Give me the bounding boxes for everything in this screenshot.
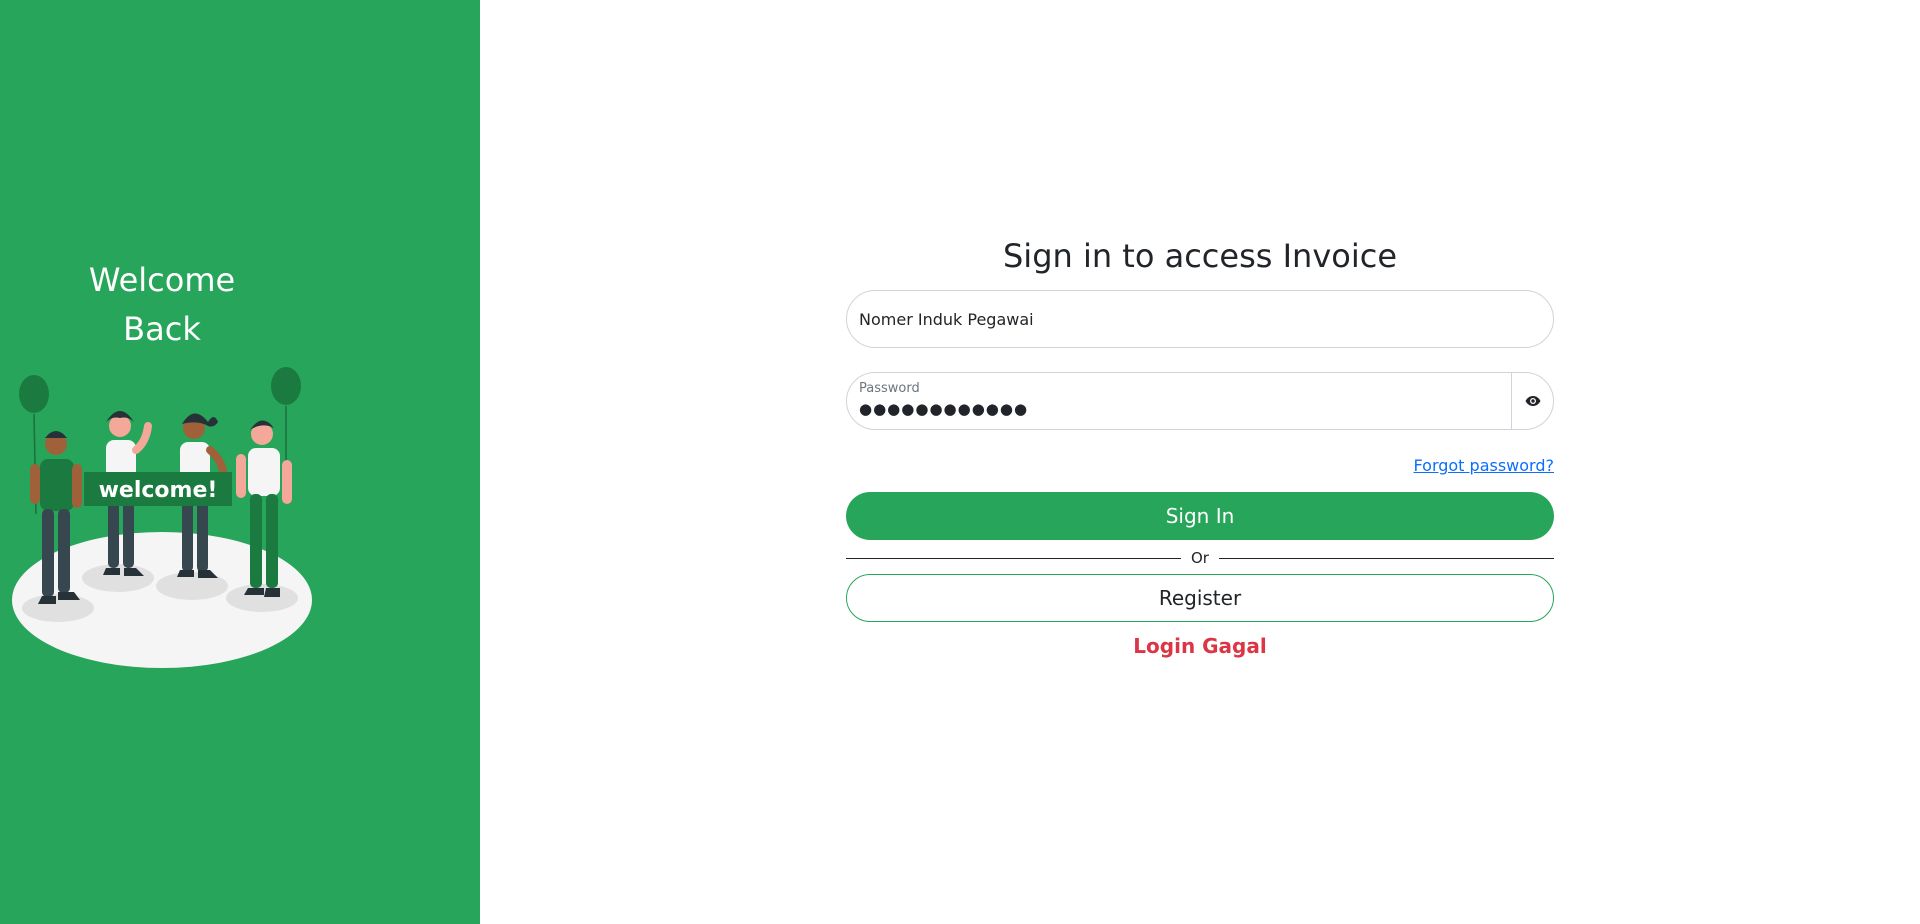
forgot-row: Forgot password?: [846, 456, 1554, 478]
page-title: Sign in to access Invoice: [1002, 237, 1397, 275]
password-box: Password: [847, 373, 1511, 429]
toggle-password-button[interactable]: [1511, 373, 1553, 429]
login-form: Sign in to access Invoice Password Forgo…: [846, 232, 1554, 660]
main-area: Sign in to access Invoice Password Forgo…: [480, 0, 1920, 924]
welcome-panel: Welcome Back welcome!: [0, 0, 480, 924]
nip-field: [846, 290, 1554, 348]
password-field: Password: [846, 372, 1554, 430]
welcome-line-2: Back: [123, 310, 201, 348]
forgot-password-link[interactable]: Forgot password?: [1414, 456, 1554, 475]
sign-in-button[interactable]: Sign In: [846, 492, 1554, 540]
nip-input[interactable]: [847, 291, 1553, 347]
password-input[interactable]: [847, 373, 1511, 429]
or-label: Or: [1181, 549, 1219, 567]
or-divider: Or: [846, 548, 1554, 568]
welcome-illustration: welcome!: [12, 367, 312, 668]
welcome-heading: Welcome Back: [62, 256, 262, 354]
banner-text: welcome!: [99, 478, 218, 503]
welcome-line-1: Welcome: [88, 261, 236, 299]
login-error-message: Login Gagal: [1133, 634, 1267, 658]
register-button[interactable]: Register: [846, 574, 1554, 622]
eye-icon: [1525, 396, 1540, 406]
